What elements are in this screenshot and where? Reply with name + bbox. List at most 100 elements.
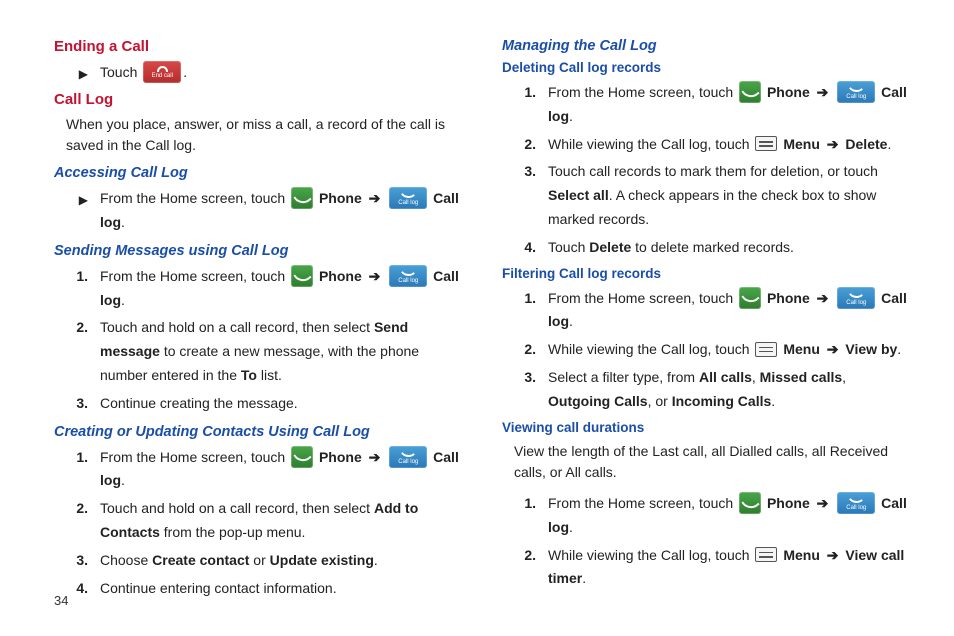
list-item: 3. Touch call records to mark them for d…: [502, 160, 910, 231]
step-number: 1.: [54, 446, 100, 470]
page-number: 34: [54, 593, 68, 608]
list-item: 4. Touch Delete to delete marked records…: [502, 236, 910, 260]
list-item: 3. Select a filter type, from All calls,…: [502, 366, 910, 414]
list-item: 1. From the Home screen, touch Phone ➔ C…: [502, 81, 910, 129]
list-item: 3. Choose Create contact or Update exist…: [54, 549, 462, 573]
step-number: 2.: [502, 338, 548, 362]
step-number: 1.: [54, 265, 100, 289]
heading-managing: Managing the Call Log: [502, 38, 910, 54]
menu-icon: [755, 136, 777, 151]
step-number: 3.: [502, 366, 548, 390]
steps-sending: 1. From the Home screen, touch Phone ➔ C…: [54, 265, 462, 416]
heading-call-log: Call Log: [54, 91, 462, 108]
step-number: 2.: [54, 497, 100, 521]
page: Ending a Call ▶ Touch End call. Call Log…: [0, 0, 954, 624]
list-item: 2. While viewing the Call log, touch Men…: [502, 133, 910, 157]
step-body: Touch End call.: [100, 61, 462, 85]
arrow-icon: ➔: [817, 495, 829, 511]
heading-ending-call: Ending a Call: [54, 38, 462, 55]
list-item: 4. Continue entering contact information…: [54, 577, 462, 601]
step-number: 1.: [502, 81, 548, 105]
heading-filtering: Filtering Call log records: [502, 266, 910, 281]
arrow-icon: ➔: [369, 268, 381, 284]
step-number: 3.: [502, 160, 548, 184]
step-number: 2.: [502, 133, 548, 157]
step-body: From the Home screen, touch Phone ➔ Call…: [100, 187, 462, 235]
step-body: Touch and hold on a call record, then se…: [100, 497, 462, 545]
steps-filtering: 1. From the Home screen, touch Phone ➔ C…: [502, 287, 910, 414]
phone-label: Phone: [319, 190, 362, 206]
calllog-icon: Call log: [389, 187, 427, 209]
step-body: Continue entering contact information.: [100, 577, 462, 601]
list-item: 2. Touch and hold on a call record, then…: [54, 316, 462, 387]
step-body: From the Home screen, touch Phone ➔ Call…: [100, 265, 462, 313]
step-body: While viewing the Call log, touch Menu ➔…: [548, 133, 910, 157]
list-item: 2. While viewing the Call log, touch Men…: [502, 338, 910, 362]
step-number: 1.: [502, 287, 548, 311]
heading-sending: Sending Messages using Call Log: [54, 243, 462, 259]
step-number: 2.: [502, 544, 548, 568]
menu-icon: [755, 547, 777, 562]
step-body: From the Home screen, touch Phone ➔ Call…: [548, 81, 910, 129]
right-column: Managing the Call Log Deleting Call log …: [502, 36, 910, 604]
end-call-icon: End call: [143, 61, 181, 83]
calllog-icon: Call log: [389, 446, 427, 468]
phone-icon: [291, 265, 313, 287]
step-body: Touch call records to mark them for dele…: [548, 160, 910, 231]
step-number: 3.: [54, 549, 100, 573]
arrow-icon: ➔: [817, 290, 829, 306]
arrow-icon: ➔: [827, 136, 839, 152]
step-body: Choose Create contact or Update existing…: [100, 549, 462, 573]
phone-icon: [739, 81, 761, 103]
list-item: 2. Touch and hold on a call record, then…: [54, 497, 462, 545]
durations-intro: View the length of the Last call, all Di…: [514, 441, 910, 484]
list-item: 1. From the Home screen, touch Phone ➔ C…: [502, 492, 910, 540]
arrow-icon: ➔: [817, 84, 829, 100]
text: Touch: [100, 64, 141, 80]
step-accessing: ▶ From the Home screen, touch Phone ➔ Ca…: [54, 187, 462, 235]
step-ending-call: ▶ Touch End call.: [54, 61, 462, 85]
heading-durations: Viewing call durations: [502, 420, 910, 435]
period: .: [183, 64, 187, 80]
list-item: 1. From the Home screen, touch Phone ➔ C…: [54, 265, 462, 313]
phone-icon: [291, 446, 313, 468]
triangle-bullet: ▶: [54, 187, 100, 210]
step-body: While viewing the Call log, touch Menu ➔…: [548, 338, 910, 362]
phone-icon: [291, 187, 313, 209]
arrow-icon: ➔: [369, 449, 381, 465]
step-body: From the Home screen, touch Phone ➔ Call…: [548, 492, 910, 540]
left-column: Ending a Call ▶ Touch End call. Call Log…: [54, 36, 462, 604]
arrow-icon: ➔: [827, 341, 839, 357]
step-body: Touch and hold on a call record, then se…: [100, 316, 462, 387]
step-number: 2.: [54, 316, 100, 340]
step-body: While viewing the Call log, touch Menu ➔…: [548, 544, 910, 592]
step-body: Select a filter type, from All calls, Mi…: [548, 366, 910, 414]
list-item: 3. Continue creating the message.: [54, 392, 462, 416]
steps-creating: 1. From the Home screen, touch Phone ➔ C…: [54, 446, 462, 601]
triangle-bullet: ▶: [54, 61, 100, 84]
phone-icon: [739, 287, 761, 309]
calllog-icon: Call log: [389, 265, 427, 287]
heading-accessing: Accessing Call Log: [54, 165, 462, 181]
arrow-icon: ➔: [827, 547, 839, 563]
step-number: 4.: [502, 236, 548, 260]
step-number: 1.: [502, 492, 548, 516]
step-body: Continue creating the message.: [100, 392, 462, 416]
steps-durations: 1. From the Home screen, touch Phone ➔ C…: [502, 492, 910, 591]
calllog-icon: Call log: [837, 287, 875, 309]
list-item: 1. From the Home screen, touch Phone ➔ C…: [54, 446, 462, 494]
menu-icon: [755, 342, 777, 357]
list-item: 2. While viewing the Call log, touch Men…: [502, 544, 910, 592]
calllog-icon: Call log: [837, 81, 875, 103]
heading-creating: Creating or Updating Contacts Using Call…: [54, 424, 462, 440]
calllog-icon: Call log: [837, 492, 875, 514]
phone-icon: [739, 492, 761, 514]
heading-deleting: Deleting Call log records: [502, 60, 910, 75]
step-number: 3.: [54, 392, 100, 416]
step-body: Touch Delete to delete marked records.: [548, 236, 910, 260]
text: From the Home screen, touch: [100, 190, 289, 206]
list-item: 1. From the Home screen, touch Phone ➔ C…: [502, 287, 910, 335]
call-log-intro: When you place, answer, or miss a call, …: [66, 114, 462, 157]
arrow-icon: ➔: [369, 190, 381, 206]
step-body: From the Home screen, touch Phone ➔ Call…: [548, 287, 910, 335]
